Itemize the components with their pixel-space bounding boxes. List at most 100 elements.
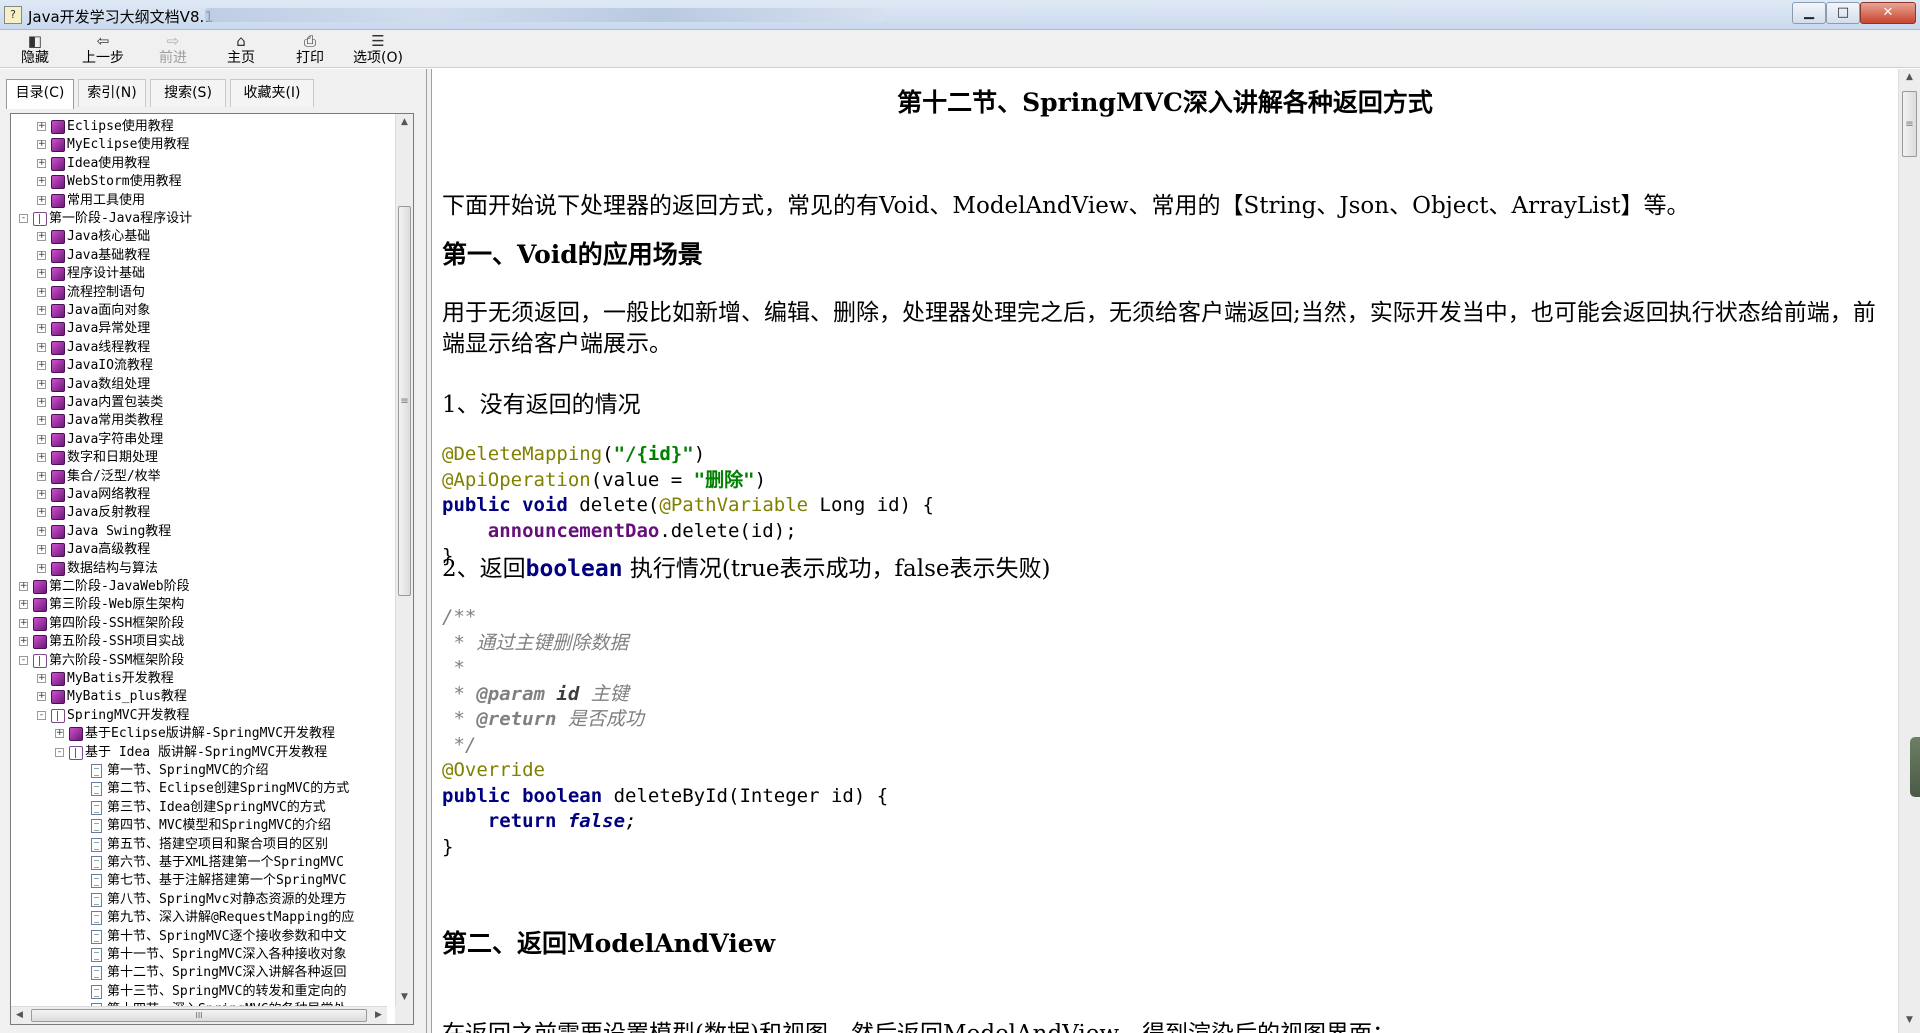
- expand-icon[interactable]: +: [19, 618, 28, 628]
- tree-item-label: Java字符串处理: [67, 431, 164, 447]
- code-token: @PathVariable: [659, 494, 809, 516]
- tree-item-label: 第十一节、SpringMVC深入各种接收对象: [107, 947, 347, 962]
- expand-icon[interactable]: +: [37, 177, 46, 187]
- expand-icon[interactable]: +: [37, 122, 46, 131]
- tree-item-label: 常用工具使用: [67, 192, 146, 208]
- expand-icon[interactable]: +: [37, 379, 46, 389]
- redacted-area: [205, 8, 885, 22]
- tree-item-label: 第七节、基于注解搭建第一个SpringMVC: [107, 873, 347, 889]
- side-handle[interactable]: [1910, 737, 1920, 797]
- tree-item-label: 第六阶段-SSM框架阶段: [49, 652, 185, 668]
- expand-icon[interactable]: +: [37, 508, 46, 518]
- topic-page-icon: [91, 874, 102, 889]
- tree-item-label: 第十二节、SpringMVC深入讲解各种返回: [107, 965, 347, 981]
- tree-item-label: SpringMVC开发教程: [67, 707, 190, 723]
- closed-book-icon: [51, 230, 65, 245]
- tab-index[interactable]: 索引(N): [78, 79, 146, 107]
- closed-book-icon: [51, 524, 65, 539]
- expand-icon[interactable]: +: [37, 692, 46, 702]
- expand-icon[interactable]: +: [37, 287, 46, 297]
- tree-horizontal-scrollbar[interactable]: ◀ III ▶: [11, 1006, 387, 1024]
- expand-icon[interactable]: +: [37, 361, 46, 371]
- expand-icon[interactable]: +: [37, 453, 46, 463]
- expand-icon[interactable]: +: [37, 232, 46, 242]
- collapse-icon[interactable]: -: [19, 655, 28, 665]
- expand-icon[interactable]: +: [37, 398, 46, 407]
- scroll-down-arrow-icon[interactable]: ▼: [396, 989, 413, 1006]
- scroll-up-arrow-icon[interactable]: ▲: [1899, 69, 1920, 90]
- topic-page-icon: [91, 819, 102, 834]
- tree-item-label: Java高级教程: [67, 542, 151, 558]
- code-token: delete(: [567, 494, 660, 516]
- tree-item-label: 第一阶段-Java程序设计: [49, 211, 193, 226]
- scroll-right-arrow-icon[interactable]: ▶: [370, 1007, 387, 1024]
- hide-label: 隐藏: [21, 50, 49, 66]
- tree-item-label: 第十三节、SpringMVC的转发和重定向的: [107, 983, 347, 999]
- closed-book-icon: [51, 672, 65, 686]
- code-token: *: [442, 708, 477, 730]
- tab-favorites[interactable]: 收藏夹(I): [230, 79, 314, 107]
- closed-book-icon: [51, 340, 65, 355]
- horizontal-scroll-thumb[interactable]: III: [31, 1009, 367, 1022]
- expand-icon[interactable]: +: [37, 416, 46, 426]
- expand-icon[interactable]: +: [37, 306, 46, 315]
- scroll-thumb[interactable]: ≡: [1902, 91, 1917, 157]
- tab-contents[interactable]: 目录(C): [6, 79, 74, 109]
- back-button[interactable]: ⇦ 上一步: [70, 30, 136, 68]
- toolbar: ◧ 隐藏 ⇦ 上一步 ⇨ 前进 ⌂ 主页 ⎙ 打印 ☰ 选项(O): [0, 30, 1920, 68]
- expand-icon[interactable]: +: [37, 526, 46, 536]
- expand-icon[interactable]: +: [37, 674, 46, 683]
- expand-icon[interactable]: +: [19, 600, 28, 610]
- hide-button[interactable]: ◧ 隐藏: [2, 30, 68, 68]
- expand-icon[interactable]: +: [37, 269, 46, 279]
- expand-icon[interactable]: +: [37, 471, 46, 481]
- options-button[interactable]: ☰ 选项(O): [345, 30, 411, 68]
- sub2-suffix: 执行情况(true表示成功，false表示失败): [622, 556, 1051, 582]
- expand-icon[interactable]: +: [19, 582, 28, 591]
- tree-vertical-scrollbar[interactable]: ▲ ≡ ▼: [395, 114, 413, 1006]
- topic-page-icon: [91, 984, 102, 999]
- collapse-icon[interactable]: -: [19, 214, 28, 223]
- forward-button[interactable]: ⇨ 前进: [140, 30, 206, 68]
- expand-icon[interactable]: +: [37, 158, 46, 168]
- home-icon: ⌂: [236, 32, 246, 50]
- topic-page-icon: [91, 764, 102, 778]
- maximize-button[interactable]: □: [1826, 2, 1860, 24]
- scroll-up-arrow-icon[interactable]: ▲: [396, 114, 413, 131]
- options-label: 选项(O): [353, 50, 403, 66]
- collapse-icon[interactable]: -: [37, 710, 46, 720]
- scroll-down-arrow-icon[interactable]: ▼: [1899, 1012, 1920, 1033]
- code-token: @ApiOperation: [442, 468, 591, 491]
- topic-page-icon: [91, 892, 102, 907]
- topic-content: 第十二节、SpringMVC深入讲解各种返回方式 下面开始说下处理器的返回方式，…: [432, 69, 1920, 1033]
- content-vertical-scrollbar[interactable]: ▲ ≡ ▼: [1898, 69, 1920, 1033]
- expand-icon[interactable]: +: [37, 563, 46, 573]
- code-token: (value =: [590, 468, 694, 491]
- expand-icon[interactable]: +: [37, 324, 46, 334]
- expand-icon[interactable]: +: [37, 195, 46, 205]
- print-button[interactable]: ⎙ 打印: [277, 30, 343, 68]
- code-token: return: [487, 810, 557, 832]
- close-button[interactable]: ✕: [1860, 2, 1916, 24]
- expand-icon[interactable]: +: [37, 342, 46, 352]
- minimize-button[interactable]: ▁: [1792, 2, 1826, 24]
- tab-search[interactable]: 搜索(S): [150, 79, 226, 107]
- scroll-left-arrow-icon[interactable]: ◀: [11, 1007, 28, 1024]
- closed-book-icon: [51, 193, 65, 208]
- tree-item-label: Java常用类教程: [67, 413, 164, 429]
- closed-book-icon: [51, 396, 65, 410]
- expand-icon[interactable]: +: [37, 545, 46, 555]
- closed-book-icon: [51, 432, 65, 447]
- expand-icon[interactable]: +: [37, 250, 46, 260]
- scroll-thumb[interactable]: ≡: [398, 206, 411, 596]
- expand-icon[interactable]: +: [19, 637, 28, 647]
- expand-icon[interactable]: +: [37, 490, 46, 499]
- navigation-pane: 目录(C) 索引(N) 搜索(S) 收藏夹(I) + Eclipse使用教程 + My…: [0, 69, 427, 1033]
- tree-item-label: 第二阶段-JavaWeb阶段: [49, 579, 190, 594]
- collapse-icon[interactable]: -: [55, 747, 64, 757]
- expand-icon[interactable]: +: [37, 140, 46, 150]
- expand-icon[interactable]: +: [37, 434, 46, 444]
- expand-icon[interactable]: +: [55, 729, 64, 739]
- home-button[interactable]: ⌂ 主页: [208, 30, 274, 68]
- tree-item-label: Java面向对象: [67, 303, 151, 318]
